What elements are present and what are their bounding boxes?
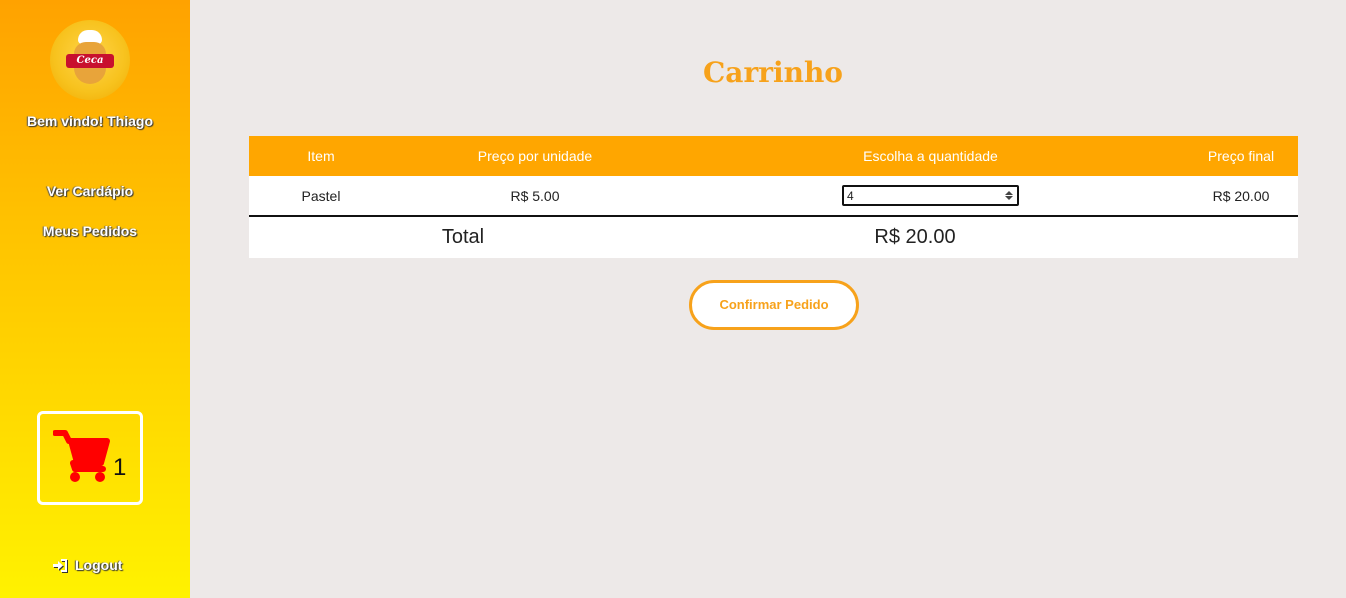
header-unit-price: Preço por unidade bbox=[477, 148, 593, 164]
shopping-cart-icon bbox=[53, 430, 110, 482]
header-quantity: Escolha a quantidade bbox=[863, 148, 998, 164]
table-header: Item Preço por unidade Escolha a quantid… bbox=[249, 136, 1298, 176]
total-label: Total bbox=[441, 226, 485, 248]
row-final-price: R$ 20.00 bbox=[1212, 187, 1270, 204]
quantity-stepper[interactable]: 4 bbox=[842, 185, 1019, 206]
row-quantity-cell: 4 bbox=[677, 185, 1184, 206]
total-row: Total R$ 20.00 bbox=[249, 217, 1298, 258]
cart-table: Item Preço por unidade Escolha a quantid… bbox=[249, 136, 1298, 258]
confirm-order-button[interactable]: Confirmar Pedido bbox=[689, 280, 859, 330]
row-unit-price: R$ 5.00 bbox=[510, 187, 560, 204]
nav-meus-pedidos[interactable]: Meus Pedidos bbox=[0, 223, 180, 239]
logo-banner: Ceca bbox=[66, 54, 114, 68]
welcome-text: Bem vindo! Thiago bbox=[27, 113, 153, 129]
table-row: Pastel R$ 5.00 4 R$ 20.00 bbox=[249, 176, 1298, 217]
sidebar: Ceca Bem vindo! Thiago Ver Cardápio Meus… bbox=[0, 0, 190, 598]
header-final-price: Preço final bbox=[1207, 148, 1275, 164]
cart-count: 1 bbox=[113, 454, 127, 481]
header-item: Item bbox=[307, 148, 335, 164]
logo: Ceca bbox=[50, 20, 130, 100]
sign-in-icon bbox=[53, 558, 67, 572]
spinner-arrows-icon[interactable] bbox=[1005, 191, 1013, 200]
cart-button[interactable]: 1 bbox=[37, 411, 143, 505]
logout-link[interactable]: Logout bbox=[52, 557, 122, 573]
nav-ver-cardapio[interactable]: Ver Cardápio bbox=[0, 183, 180, 199]
page-title: Carrinho bbox=[703, 56, 843, 89]
logout-label: Logout bbox=[75, 557, 123, 573]
quantity-value: 4 bbox=[847, 188, 854, 203]
row-item: Pastel bbox=[301, 187, 341, 204]
total-value: R$ 20.00 bbox=[874, 226, 956, 248]
